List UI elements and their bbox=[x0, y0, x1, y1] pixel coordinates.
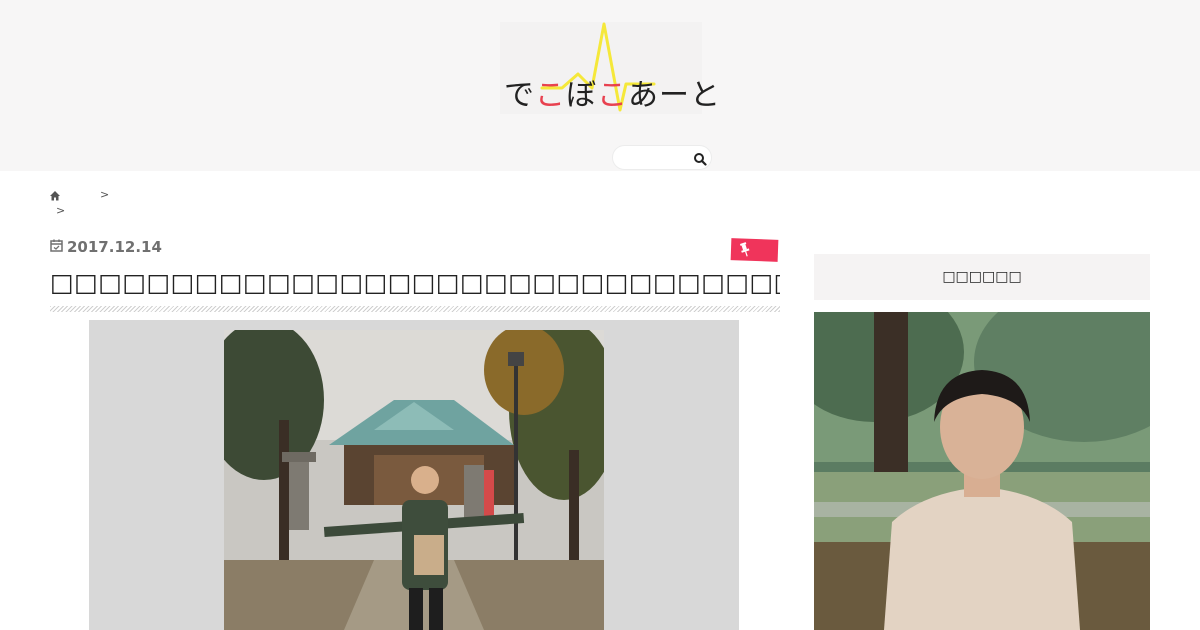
calendar-check-icon bbox=[50, 238, 63, 256]
logo-char-1: で bbox=[504, 78, 535, 113]
post-date: 2017.12.14 bbox=[50, 238, 162, 256]
post-title: □□□□□□□□□□□□□□□□□□□□□□□□□□□□□□□□□□□ bbox=[50, 268, 780, 297]
post-date-text: 2017.12.14 bbox=[67, 238, 162, 256]
featured-image bbox=[224, 330, 604, 630]
logo-char-4: こ bbox=[597, 78, 628, 113]
breadcrumb-separator: > bbox=[56, 204, 66, 217]
site-header: でこぼこあーと bbox=[0, 0, 1200, 171]
site-logo[interactable]: でこぼこあーと bbox=[500, 22, 720, 114]
home-icon[interactable] bbox=[49, 190, 61, 202]
search-icon[interactable] bbox=[693, 151, 707, 166]
title-divider bbox=[50, 306, 780, 312]
logo-char-2: こ bbox=[535, 78, 566, 113]
sidebar-heading-text: □□□□□□ bbox=[942, 269, 1022, 285]
search-input[interactable] bbox=[621, 149, 691, 167]
search-box bbox=[612, 145, 712, 170]
featured-image-frame bbox=[89, 320, 739, 630]
category-badge[interactable] bbox=[730, 238, 779, 262]
profile-photo bbox=[814, 312, 1150, 630]
sidebar-heading: □□□□□□ bbox=[814, 254, 1150, 300]
pushpin-icon bbox=[730, 242, 778, 266]
breadcrumb-separator: > bbox=[100, 188, 110, 201]
logo-char-5: あーと bbox=[628, 78, 721, 113]
logo-text: でこぼこあーと bbox=[504, 70, 721, 114]
logo-char-3: ぼ bbox=[566, 78, 597, 113]
